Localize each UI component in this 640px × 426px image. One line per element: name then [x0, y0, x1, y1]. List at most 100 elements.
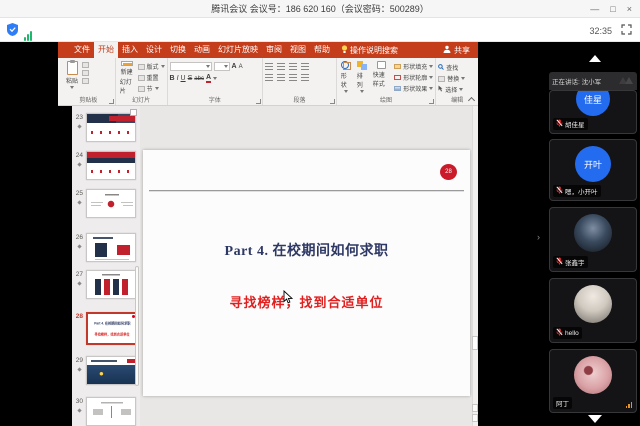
tab-slideshow[interactable]: 幻灯片放映 [214, 42, 262, 58]
clipboard-dialog-launcher[interactable] [109, 99, 114, 104]
align-center-icon[interactable] [277, 74, 285, 81]
animation-star-icon [77, 408, 81, 412]
scroll-up-triangle-icon[interactable] [589, 55, 601, 62]
clear-format-button[interactable]: abc [194, 76, 204, 82]
thumbnail-row-30[interactable]: 30 [72, 397, 136, 426]
indent-decrease-icon[interactable] [289, 63, 297, 70]
indent-increase-icon[interactable] [301, 63, 309, 70]
quick-styles-button[interactable]: 快速样式 [371, 60, 393, 96]
grow-font-button[interactable]: A [232, 63, 237, 70]
strikethrough-button[interactable]: S [188, 75, 193, 82]
fullscreen-icon[interactable] [621, 22, 632, 40]
paragraph-group: 段落 [263, 58, 337, 105]
bullets-icon[interactable] [265, 63, 273, 70]
tell-me-search[interactable]: 操作说明搜索 [341, 42, 398, 58]
slide-thumbnail[interactable] [86, 397, 136, 426]
font-size-combo[interactable] [214, 62, 230, 71]
tab-view[interactable]: 视图 [286, 42, 310, 58]
thumbnail-row-24[interactable]: 24 [72, 151, 136, 180]
tab-animations[interactable]: 动画 [190, 42, 214, 58]
share-button[interactable]: 共享 [443, 42, 470, 58]
drawing-dialog-launcher[interactable] [429, 99, 434, 104]
select-button[interactable]: 选择 [438, 85, 465, 94]
slide-subtitle: 寻找榜样，找到合适单位 [143, 292, 470, 311]
justify-icon[interactable] [301, 74, 309, 81]
italic-button[interactable]: I [177, 75, 179, 82]
editor-scroll-arrows[interactable] [472, 404, 478, 422]
slide-thumbnail[interactable] [86, 113, 136, 142]
close-button[interactable]: × [627, 0, 632, 18]
copy-icon[interactable] [82, 70, 89, 76]
restore-button[interactable]: □ [610, 0, 615, 18]
layout-button[interactable]: 版式 [138, 62, 165, 71]
panel-collapse-chevron-icon[interactable]: › [537, 232, 540, 242]
find-button[interactable]: 查找 [438, 63, 465, 72]
slide-thumbnail[interactable] [86, 151, 136, 180]
slide-thumbnail[interactable] [86, 356, 136, 385]
slide-number: 27 [72, 270, 83, 278]
thumbnail-row-28-selected[interactable]: 28 Part 4. 在校期间如何求职 寻找榜样，找到合适单位 [72, 312, 138, 345]
shrink-font-button[interactable]: A [239, 64, 243, 70]
section-button[interactable]: 节 [138, 84, 165, 93]
tab-home[interactable]: 开始 [94, 42, 118, 58]
thumbnail-row-25[interactable]: 25 [72, 189, 136, 218]
new-slide-button[interactable]: 新建 幻灯片 [118, 60, 136, 96]
thumbnail-scrollbar[interactable] [135, 266, 139, 386]
participant-tile-3[interactable]: 张鑫宇 [549, 207, 637, 272]
tab-help[interactable]: 帮助 [310, 42, 334, 58]
thumb-subtitle: 寻找榜样，找到合适单位 [94, 332, 129, 336]
tab-design[interactable]: 设计 [142, 42, 166, 58]
font-color-button[interactable]: A [206, 74, 211, 83]
participant-name: 胡佳星 [565, 119, 585, 129]
editor-scrollbar-thumb[interactable] [472, 336, 478, 350]
participant-tile-2[interactable]: 开叶 嗯，小开叶 [549, 139, 637, 201]
numbering-icon[interactable] [277, 63, 285, 70]
font-group: A A B I U S abc A 字体 [168, 58, 264, 105]
bold-button[interactable]: B [170, 75, 175, 82]
cut-icon[interactable] [82, 62, 89, 68]
screen: 腾讯会议 会议号：186 620 160（会议密码：500289） — □ × … [0, 0, 640, 426]
slide-thumbnail-selected[interactable]: Part 4. 在校期间如何求职 寻找榜样，找到合适单位 [86, 312, 138, 345]
slide-number-badge: 28 [440, 164, 457, 180]
tab-insert[interactable]: 插入 [118, 42, 142, 58]
participant-tile-5[interactable]: 阿丁 [549, 349, 637, 413]
shape-effects-button[interactable]: 形状效果 [394, 84, 433, 93]
avatar-photo [574, 285, 612, 323]
arrange-button[interactable]: 排列 [355, 60, 369, 96]
font-dialog-launcher[interactable] [256, 99, 261, 104]
thumbnail-row-26[interactable]: 26 [72, 233, 136, 262]
tab-review[interactable]: 审阅 [262, 42, 286, 58]
tab-file[interactable]: 文件 [70, 42, 94, 58]
underline-button[interactable]: U [181, 75, 186, 82]
scroll-down-triangle-icon[interactable] [588, 415, 602, 423]
participant-tile-1[interactable]: 佳星 胡佳星 [549, 90, 637, 134]
shapes-button[interactable]: 形状 [339, 60, 353, 96]
thumbnail-row-29[interactable]: 29 [72, 356, 136, 385]
thumb-panel-button[interactable] [130, 109, 137, 116]
slide-thumbnail[interactable] [86, 233, 136, 262]
reset-button[interactable]: 重置 [138, 73, 165, 82]
editor-scrollbar[interactable] [472, 106, 478, 426]
slide-thumbnail[interactable] [86, 189, 136, 218]
tab-transitions[interactable]: 切换 [166, 42, 190, 58]
avatar-photo [574, 214, 612, 252]
participant-tile-4[interactable]: hello [549, 278, 637, 343]
replace-button[interactable]: 替换 [438, 74, 465, 83]
paste-button[interactable]: 粘贴 [64, 60, 80, 96]
slide-thumbnail[interactable] [86, 270, 136, 299]
scroll-up-icon[interactable] [472, 404, 478, 412]
shape-fill-button[interactable]: 形状填充 [394, 62, 433, 71]
align-left-icon[interactable] [265, 74, 273, 81]
font-name-combo[interactable] [170, 62, 212, 71]
format-painter-icon[interactable] [82, 78, 89, 84]
shape-outline-button[interactable]: 形状轮廓 [394, 73, 433, 82]
scroll-down-icon[interactable] [472, 414, 478, 422]
slide-number: 29 [72, 356, 83, 364]
find-icon [438, 64, 444, 72]
minimize-button[interactable]: — [590, 0, 599, 18]
align-right-icon[interactable] [289, 74, 297, 81]
paragraph-dialog-launcher[interactable] [330, 99, 335, 104]
thumbnail-row-27[interactable]: 27 [72, 270, 136, 299]
thumbnail-row-23[interactable]: 23 [72, 113, 136, 142]
current-slide-canvas[interactable]: 28 Part 4. 在校期间如何求职 寻找榜样，找到合适单位 [143, 150, 470, 396]
